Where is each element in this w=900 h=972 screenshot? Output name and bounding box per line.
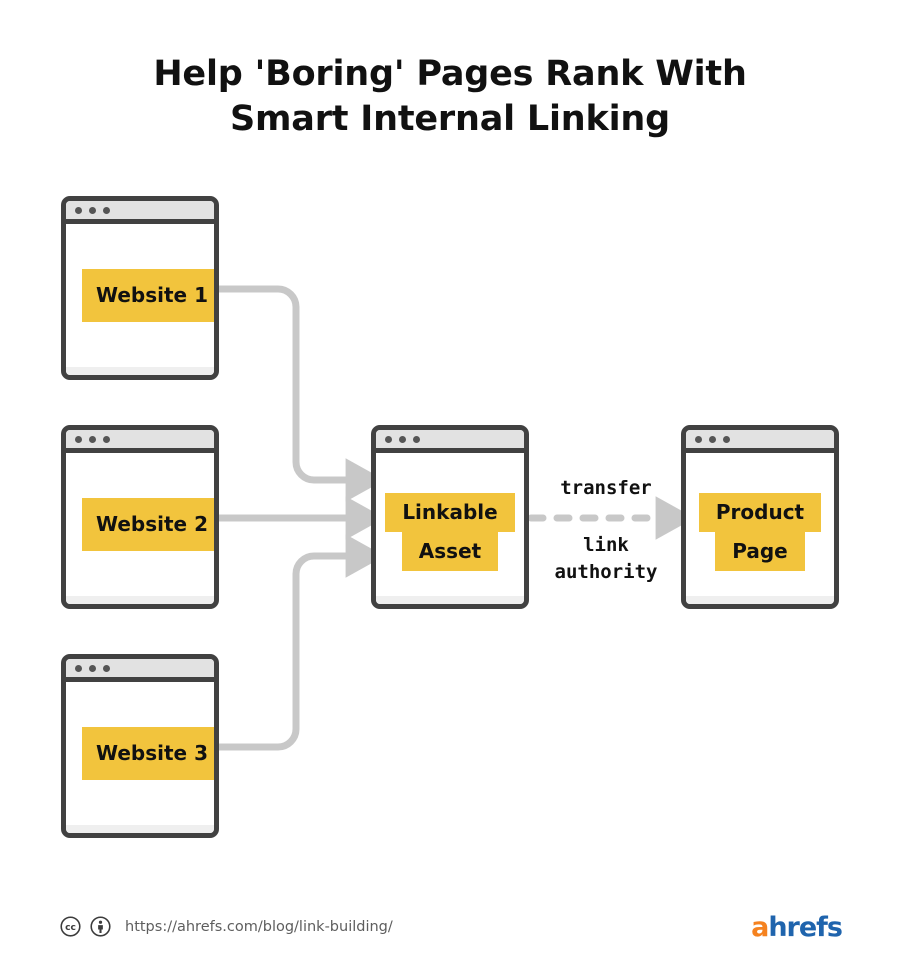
website-3-label: Website 3 [82, 727, 214, 780]
window-titlebar [66, 201, 214, 224]
diagram-canvas: Website 1 Website 2 Website 3 Linkable A… [0, 0, 900, 972]
creative-commons-by-icon [90, 916, 111, 937]
footer-url[interactable]: https://ahrefs.com/blog/link-building/ [125, 919, 393, 935]
window-content: Website 2 [66, 498, 214, 551]
window-footer-strip [66, 825, 214, 833]
product-page-label-line-1: Product [698, 493, 822, 532]
window-titlebar [686, 430, 834, 453]
website-1-label: Website 1 [82, 269, 214, 322]
transfer-edge-label-below: link authority [554, 534, 658, 583]
linkable-asset-label-line-1: Linkable [385, 493, 515, 532]
window-card-linkable-asset[interactable]: Linkable Asset [371, 425, 529, 609]
window-card-product-page[interactable]: Product Page [681, 425, 839, 609]
window-content: Linkable Asset [376, 493, 524, 571]
window-titlebar [376, 430, 524, 453]
ahrefs-logo-text: hrefs [768, 912, 843, 943]
window-dots-icon [695, 436, 730, 443]
connector-website-3-to-hub [219, 534, 385, 751]
window-dots-icon [385, 436, 420, 443]
window-card-website-3[interactable]: Website 3 [61, 654, 219, 838]
window-content: Website 3 [66, 727, 214, 780]
window-dots-icon [75, 436, 110, 443]
footer: cc https://ahrefs.com/blog/link-building… [0, 900, 900, 972]
window-titlebar [66, 430, 214, 453]
window-footer-strip [66, 367, 214, 375]
svg-text:cc: cc [65, 922, 76, 933]
linkable-asset-label-line-2: Asset [401, 532, 499, 571]
window-dots-icon [75, 207, 110, 214]
window-card-website-1[interactable]: Website 1 [61, 196, 219, 380]
ahrefs-logo-accent: a [751, 912, 769, 943]
window-content: Website 1 [66, 269, 214, 322]
website-2-label: Website 2 [82, 498, 214, 551]
window-footer-strip [376, 596, 524, 604]
window-dots-icon [75, 665, 110, 672]
window-footer-strip [66, 596, 214, 604]
window-card-website-2[interactable]: Website 2 [61, 425, 219, 609]
creative-commons-icon: cc [60, 916, 81, 937]
transfer-edge-label-above: transfer [560, 477, 652, 499]
footer-license: cc https://ahrefs.com/blog/link-building… [60, 916, 393, 937]
product-page-label-line-2: Page [715, 532, 805, 571]
window-footer-strip [686, 596, 834, 604]
window-titlebar [66, 659, 214, 682]
ahrefs-logo[interactable]: ahrefs [751, 912, 843, 943]
connector-website-1-to-hub [219, 285, 385, 502]
window-content: Product Page [686, 493, 834, 571]
